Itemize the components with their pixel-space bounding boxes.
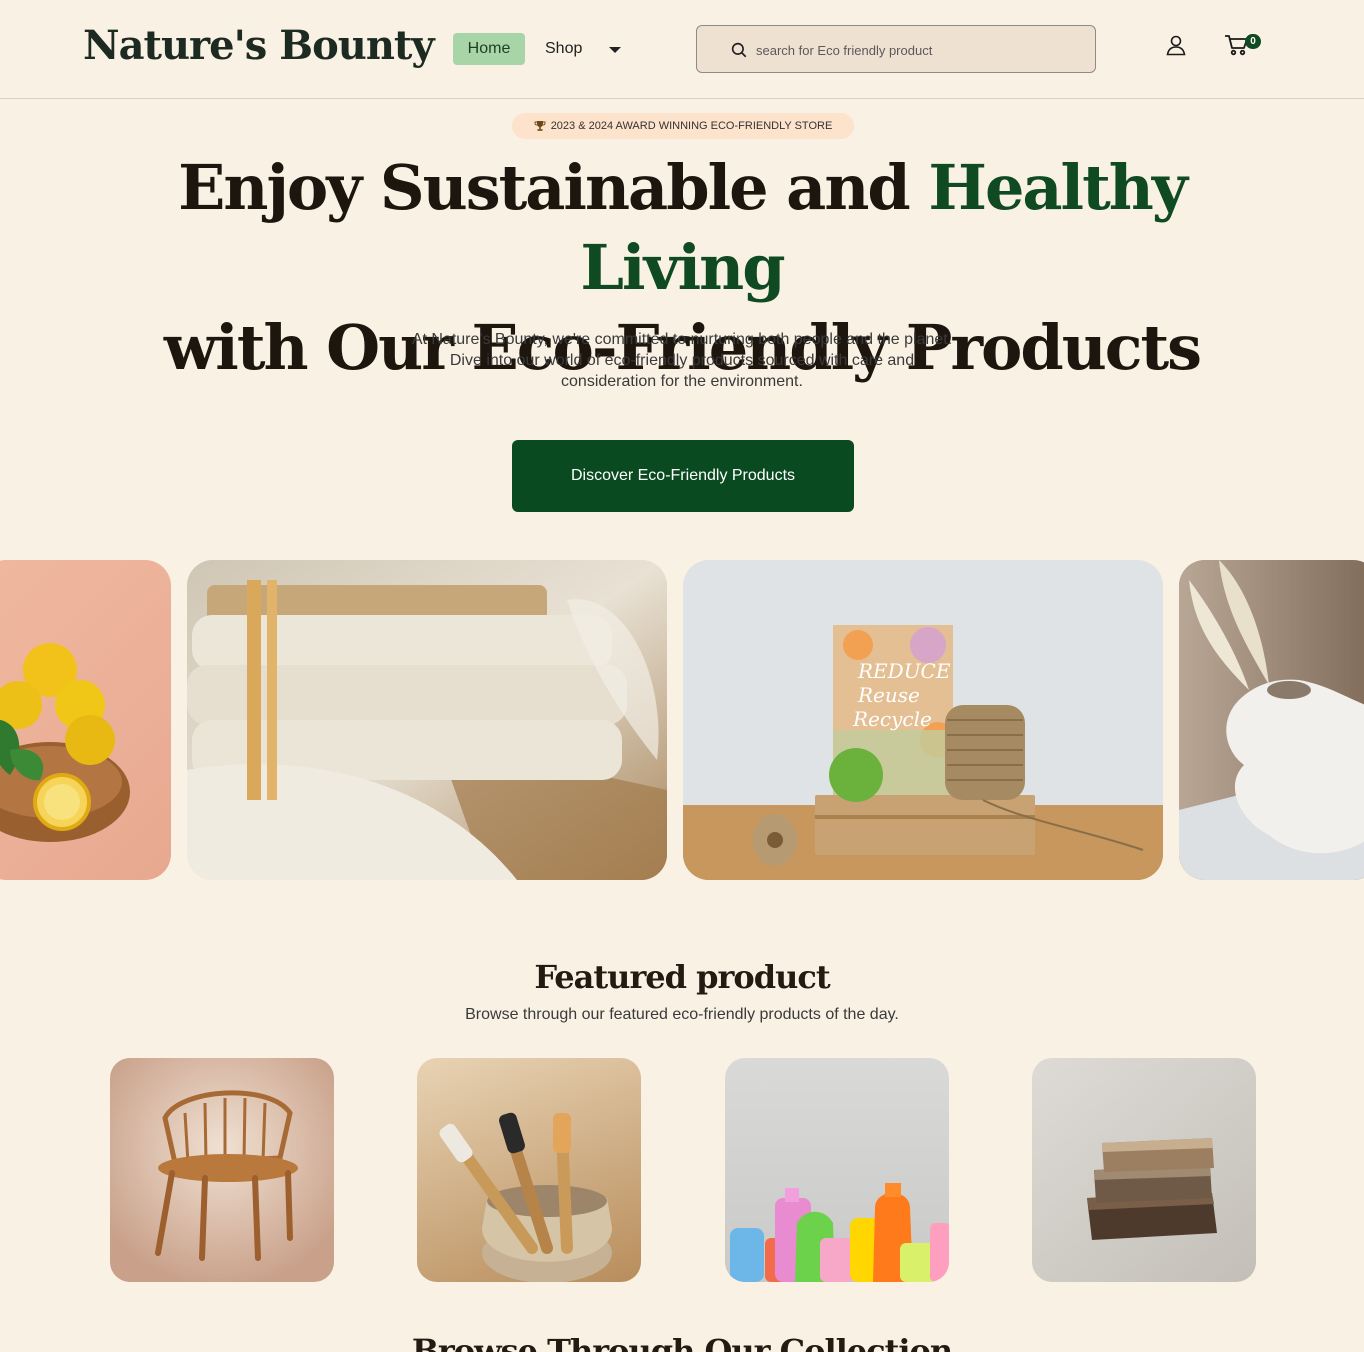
sign-text-recycle: Recycle bbox=[852, 707, 932, 731]
discover-products-button[interactable]: Discover Eco-Friendly Products bbox=[512, 440, 854, 512]
site-header: Nature's Bounty Home Shop 0 bbox=[0, 0, 1364, 99]
trophy-icon bbox=[534, 121, 546, 131]
hero-subtitle: At Nature's Bounty, we're committed to n… bbox=[411, 331, 953, 390]
sign-text-reuse: Reuse bbox=[857, 683, 920, 707]
chevron-down-icon[interactable] bbox=[609, 47, 621, 53]
nav-shop-link[interactable]: Shop bbox=[545, 40, 582, 58]
search-bar[interactable] bbox=[696, 25, 1096, 73]
search-input[interactable] bbox=[756, 39, 1076, 61]
cart-count-badge: 0 bbox=[1245, 34, 1261, 49]
product-card-bamboo-toothbrushes[interactable] bbox=[417, 1058, 641, 1282]
search-icon[interactable] bbox=[730, 41, 748, 59]
gallery-image-white-vase bbox=[1179, 560, 1364, 880]
hero-title-part1: Enjoy Sustainable and bbox=[178, 151, 929, 224]
nav-home-link[interactable]: Home bbox=[453, 33, 525, 65]
gallery-image-reduce-reuse-recycle: REDUCE Reuse Recycle bbox=[683, 560, 1163, 880]
product-card-rattan-chair[interactable] bbox=[110, 1058, 334, 1282]
award-badge: 2023 & 2024 AWARD WINNING ECO-FRIENDLY S… bbox=[512, 113, 854, 139]
sign-text-reduce: REDUCE bbox=[857, 659, 951, 683]
gallery-image-cotton-cloths bbox=[187, 560, 667, 880]
product-card-natural-soap[interactable] bbox=[1032, 1058, 1256, 1282]
user-icon[interactable] bbox=[1164, 33, 1188, 57]
site-logo[interactable]: Nature's Bounty bbox=[83, 22, 435, 69]
featured-title: Featured product bbox=[534, 958, 830, 996]
featured-subtitle: Browse through our featured eco-friendly… bbox=[465, 1006, 899, 1023]
gallery-image-lemons bbox=[0, 560, 171, 880]
collection-section-title: Browse Through Our Collection bbox=[411, 1332, 953, 1352]
product-card-cleaning-bottles[interactable] bbox=[725, 1058, 949, 1282]
award-badge-text: 2023 & 2024 AWARD WINNING ECO-FRIENDLY S… bbox=[550, 120, 833, 132]
